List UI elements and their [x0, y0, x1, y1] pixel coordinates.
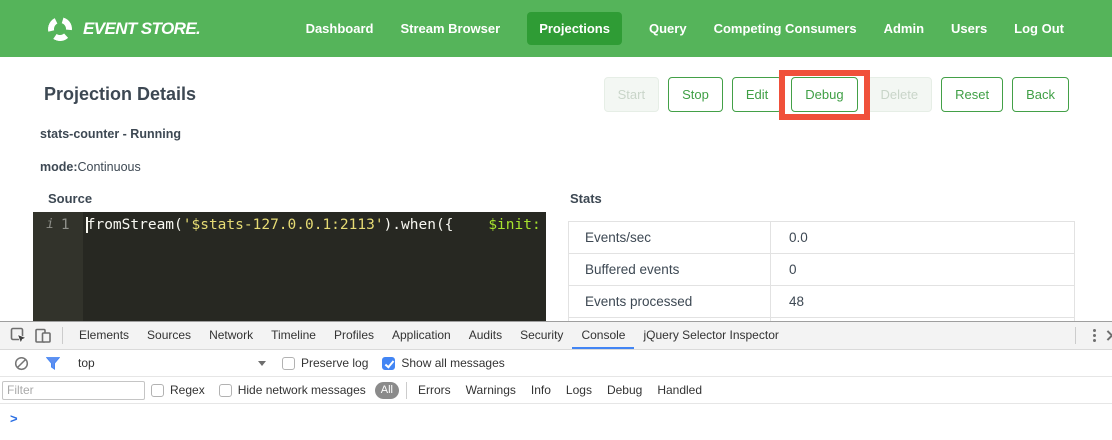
delete-button: Delete — [867, 77, 933, 112]
tab-timeline[interactable]: Timeline — [262, 322, 325, 349]
table-row: Buffered events 0 — [569, 254, 1075, 286]
filter-debug[interactable]: Debug — [607, 383, 642, 397]
preserve-log-checkbox[interactable] — [282, 357, 295, 370]
table-row: Events/sec 0.0 — [569, 222, 1075, 254]
tab-console[interactable]: Console — [572, 322, 634, 349]
tab-security[interactable]: Security — [511, 322, 572, 349]
source-code-editor[interactable]: i 1 fromStream('$stats-127.0.0.1:2113').… — [33, 212, 546, 321]
console-prompt: > — [10, 411, 18, 426]
source-section-label: Source — [48, 191, 92, 206]
filter-all-badge[interactable]: All — [375, 382, 399, 399]
stop-button[interactable]: Stop — [668, 77, 723, 112]
line-number: 1 — [61, 214, 70, 236]
filter-info[interactable]: Info — [531, 383, 551, 397]
code-line: fromStream('$stats-127.0.0.1:2113').when… — [83, 212, 546, 321]
devtools-panel: Elements Sources Network Timeline Profil… — [0, 321, 1112, 440]
device-toolbar-icon[interactable] — [31, 325, 55, 347]
hide-network-messages-checkbox[interactable] — [219, 384, 232, 397]
table-row: Events processed 48 — [569, 286, 1075, 318]
stat-name: Events processed — [569, 286, 771, 318]
nav-admin[interactable]: Admin — [884, 21, 924, 36]
hide-network-messages-label[interactable]: Hide network messages — [238, 383, 366, 397]
main-nav: Dashboard Stream Browser Projections Que… — [306, 12, 1064, 45]
filter-icon[interactable] — [41, 352, 65, 374]
filter-warnings[interactable]: Warnings — [466, 383, 516, 397]
logo[interactable]: EVENT STORE. — [48, 17, 200, 41]
clear-console-icon[interactable] — [9, 352, 33, 374]
action-buttons: Start Stop Edit Debug Delete Reset Back — [604, 77, 1069, 112]
stat-value: 0 — [771, 254, 1075, 286]
top-nav-bar: EVENT STORE. Dashboard Stream Browser Pr… — [0, 0, 1112, 57]
eventstore-logo-icon — [45, 13, 75, 43]
show-all-messages-checkbox[interactable] — [382, 357, 395, 370]
filter-handled[interactable]: Handled — [657, 383, 702, 397]
tab-network[interactable]: Network — [200, 322, 262, 349]
divider — [406, 382, 407, 399]
stat-name: Events/sec — [569, 222, 771, 254]
page-title: Projection Details — [44, 84, 196, 105]
regex-checkbox[interactable] — [151, 384, 164, 397]
back-button[interactable]: Back — [1012, 77, 1069, 112]
tab-application[interactable]: Application — [383, 322, 460, 349]
tab-profiles[interactable]: Profiles — [325, 322, 383, 349]
context-value: top — [78, 356, 95, 370]
nav-users[interactable]: Users — [951, 21, 987, 36]
devtools-tabbar-right — [1068, 322, 1112, 349]
devtools-menu-icon[interactable] — [1083, 329, 1106, 342]
regex-label[interactable]: Regex — [170, 383, 205, 397]
execution-context-selector[interactable]: top — [78, 356, 266, 370]
console-input-area[interactable]: > — [0, 404, 1112, 439]
nav-projections[interactable]: Projections — [527, 12, 622, 45]
nav-competing-consumers[interactable]: Competing Consumers — [714, 21, 857, 36]
stats-section-label: Stats — [570, 191, 602, 206]
tab-sources[interactable]: Sources — [138, 322, 200, 349]
debug-button-wrap: Debug — [791, 77, 857, 112]
divider — [1075, 327, 1076, 344]
filter-logs[interactable]: Logs — [566, 383, 592, 397]
editor-gutter: i 1 — [33, 212, 83, 321]
console-toolbar: top Preserve log Show all messages — [0, 350, 1112, 377]
logo-text: EVENT STORE. — [83, 19, 200, 39]
stat-value: 48 — [771, 286, 1075, 318]
stats-table: Events/sec 0.0 Buffered events 0 Events … — [568, 221, 1075, 321]
show-all-messages-label[interactable]: Show all messages — [401, 356, 504, 370]
preserve-log-label[interactable]: Preserve log — [301, 356, 368, 370]
nav-dashboard[interactable]: Dashboard — [306, 21, 374, 36]
screen: EVENT STORE. Dashboard Stream Browser Pr… — [0, 0, 1112, 440]
stat-name: Buffered events — [569, 254, 771, 286]
inspect-element-icon[interactable] — [7, 325, 31, 347]
stat-value: 0.0 — [771, 222, 1075, 254]
filter-errors[interactable]: Errors — [418, 383, 451, 397]
console-filter-bar: Regex Hide network messages All Errors W… — [0, 377, 1112, 404]
log-level-filters: Errors Warnings Info Logs Debug Handled — [418, 383, 702, 397]
mode-label: mode: — [40, 160, 78, 174]
filter-input[interactable] — [2, 381, 145, 400]
info-annotation-icon: i — [46, 214, 54, 236]
tab-jquery-selector-inspector[interactable]: jQuery Selector Inspector — [634, 322, 787, 349]
close-devtools-icon[interactable] — [1106, 330, 1112, 341]
nav-logout[interactable]: Log Out — [1014, 21, 1064, 36]
chevron-down-icon — [258, 361, 266, 366]
devtools-tabs: Elements Sources Network Timeline Profil… — [70, 322, 788, 349]
projection-status: stats-counter - Running — [40, 127, 181, 141]
tab-audits[interactable]: Audits — [460, 322, 511, 349]
tab-elements[interactable]: Elements — [70, 322, 138, 349]
projection-mode: mode:Continuous — [40, 160, 141, 174]
nav-stream-browser[interactable]: Stream Browser — [400, 21, 500, 36]
start-button: Start — [604, 77, 659, 112]
devtools-tab-bar: Elements Sources Network Timeline Profil… — [0, 322, 1112, 350]
edit-button[interactable]: Edit — [732, 77, 782, 112]
divider — [62, 327, 63, 344]
mode-value: Continuous — [78, 160, 141, 174]
reset-button[interactable]: Reset — [941, 77, 1003, 112]
nav-query[interactable]: Query — [649, 21, 687, 36]
stats-table-wrap: Events/sec 0.0 Buffered events 0 Events … — [568, 221, 1075, 321]
debug-button[interactable]: Debug — [791, 77, 857, 112]
